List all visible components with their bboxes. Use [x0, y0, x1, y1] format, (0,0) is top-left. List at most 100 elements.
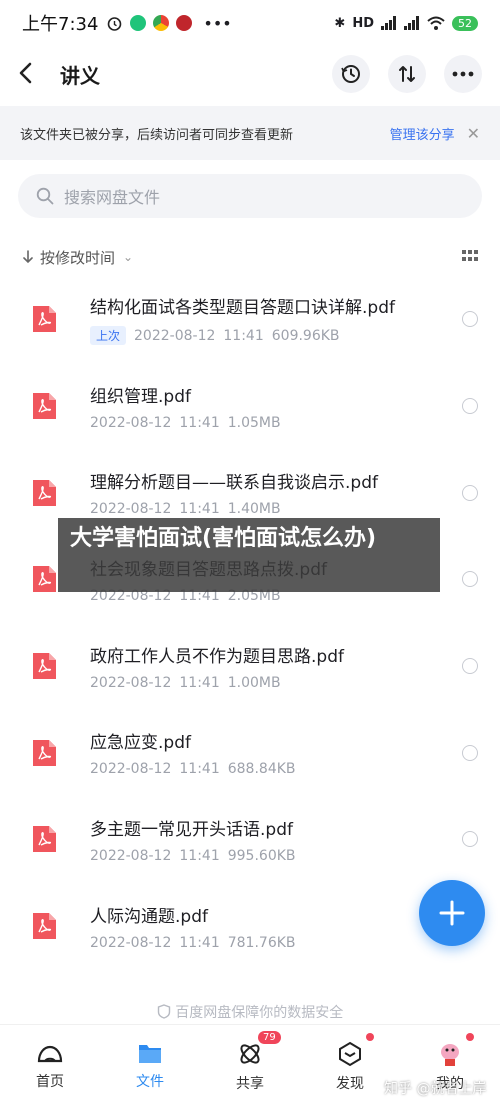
file-date: 2022-08-12 [90, 934, 172, 951]
pdf-icon [33, 306, 56, 333]
sort-row: 按修改时间 ⌄ [0, 240, 500, 274]
file-row[interactable]: 政府工作人员不作为题目思路.pdf 2022-08-12 11:41 1.00M… [0, 623, 500, 710]
file-name: 多主题一常见开头话语.pdf [90, 819, 293, 840]
file-date: 2022-08-12 [90, 847, 172, 864]
file-name: 应急应变.pdf [90, 733, 191, 754]
overlay-title: 大学害怕面试(害怕面试怎么办) [58, 518, 440, 592]
file-date: 2022-08-12 [90, 501, 172, 518]
file-row[interactable]: 多主题一常见开头话语.pdf 2022-08-12 11:41 995.60KB [0, 796, 500, 883]
close-icon[interactable]: ✕ [467, 124, 480, 143]
pdf-file-icon [30, 651, 58, 681]
file-row[interactable]: 组织管理.pdf 2022-08-12 11:41 1.05MB [0, 363, 500, 450]
signal-bars-icon [404, 16, 419, 30]
back-button[interactable] [18, 58, 46, 91]
file-time: 11:41 [179, 934, 220, 951]
status-bar: 上午7:34 ••• ✱ HD 52 [0, 0, 500, 46]
pdf-icon [33, 826, 56, 853]
search-placeholder: 搜索网盘文件 [64, 188, 161, 207]
notification-dot [466, 1033, 474, 1041]
file-name: 理解分析题目——联系自我谈启示.pdf [90, 473, 378, 494]
select-radio[interactable] [462, 658, 478, 675]
folder-icon [139, 1045, 161, 1063]
file-name: 人际沟通题.pdf [90, 906, 208, 927]
file-time: 11:41 [179, 847, 220, 864]
manage-share-link[interactable]: 管理该分享 [390, 124, 455, 143]
select-radio[interactable] [462, 484, 478, 501]
select-radio[interactable] [462, 311, 478, 328]
alarm-icon [108, 16, 122, 31]
share-banner-text: 该文件夹已被分享，后续访问者可同步查看更新 [20, 127, 294, 143]
select-radio[interactable] [462, 744, 478, 761]
file-meta: 2022-08-12 11:41 1.40MB [90, 501, 462, 517]
file-meta: 2022-08-12 11:41 781.76KB [90, 935, 462, 951]
sort-order-button[interactable] [388, 55, 426, 93]
file-size: 688.84KB [227, 761, 296, 778]
file-time: 11:41 [179, 501, 220, 518]
file-name: 结构化面试各类型题目答题口诀详解.pdf [90, 298, 395, 319]
file-size: 609.96KB [271, 327, 340, 344]
pdf-file-icon [30, 304, 58, 334]
add-button[interactable] [419, 880, 485, 946]
tab-label: 文件 [136, 1074, 164, 1090]
file-row[interactable]: 结构化面试各类型题目答题口诀详解.pdf 上次 2022-08-12 11:41… [0, 276, 500, 363]
file-meta: 2022-08-12 11:41 995.60KB [90, 848, 462, 864]
select-radio[interactable] [462, 571, 478, 588]
tab-discover[interactable]: 发现 [300, 1025, 400, 1111]
file-meta: 2022-08-12 11:41 688.84KB [90, 761, 462, 777]
signal-bars-icon [381, 16, 396, 30]
file-meta: 上次 2022-08-12 11:41 609.96KB [90, 326, 462, 346]
file-info: 应急应变.pdf 2022-08-12 11:41 688.84KB [90, 728, 462, 777]
tab-label: 发现 [336, 1076, 364, 1092]
file-size: 1.05MB [227, 414, 281, 431]
more-notifications-icon: ••• [203, 13, 232, 33]
chevron-left-icon [19, 62, 32, 83]
file-time: 11:41 [223, 327, 264, 344]
tab-label: 共享 [236, 1076, 264, 1092]
pdf-file-icon [30, 478, 58, 508]
chevron-down-icon: ⌄ [123, 250, 134, 264]
grid-view-toggle[interactable] [462, 248, 478, 266]
battery-icon: 52 [452, 15, 478, 31]
file-info: 组织管理.pdf 2022-08-12 11:41 1.05MB [90, 382, 462, 431]
app-notification-icon [176, 15, 193, 31]
pdf-icon [33, 566, 56, 593]
file-name: 政府工作人员不作为题目思路.pdf [90, 646, 344, 667]
file-time: 11:41 [179, 674, 220, 691]
pdf-icon [33, 653, 56, 680]
pdf-file-icon [30, 738, 58, 768]
sort-arrows-icon [399, 66, 415, 82]
bluetooth-icon: ✱ [334, 15, 346, 31]
file-time: 11:41 [179, 414, 220, 431]
sort-by-modified-button[interactable]: 按修改时间 [40, 247, 115, 268]
file-info: 政府工作人员不作为题目思路.pdf 2022-08-12 11:41 1.00M… [90, 642, 462, 691]
nav-actions [332, 55, 482, 93]
share-icon [240, 1044, 260, 1064]
pdf-file-icon [30, 391, 58, 421]
browser-notification-icon [153, 15, 170, 31]
page-title: 讲义 [60, 63, 100, 88]
file-meta: 2022-08-12 11:41 1.00MB [90, 675, 462, 691]
shield-icon [157, 1004, 170, 1019]
file-meta: 2022-08-12 11:41 1.05MB [90, 415, 462, 431]
share-banner: 该文件夹已被分享，后续访问者可同步查看更新 管理该分享 ✕ [0, 106, 500, 160]
file-date: 2022-08-12 [90, 674, 172, 691]
select-radio[interactable] [462, 398, 478, 415]
plus-icon [439, 900, 465, 926]
history-button[interactable] [332, 55, 370, 93]
tab-share[interactable]: 79 共享 [200, 1025, 300, 1111]
pdf-icon [33, 739, 56, 766]
file-info: 多主题一常见开头话语.pdf 2022-08-12 11:41 995.60KB [90, 815, 462, 864]
discover-icon [339, 1041, 361, 1067]
profile-avatar-icon [441, 1044, 459, 1066]
file-row[interactable]: 应急应变.pdf 2022-08-12 11:41 688.84KB [0, 709, 500, 796]
file-size: 781.76KB [227, 934, 296, 951]
wifi-icon [427, 16, 445, 30]
search-input[interactable]: 搜索网盘文件 [18, 174, 482, 218]
tab-home[interactable]: 首页 [0, 1025, 100, 1111]
watermark: 知乎 @就者上岸 [384, 1081, 487, 1097]
file-name: 组织管理.pdf [90, 386, 191, 407]
tab-files[interactable]: 文件 [100, 1025, 200, 1111]
more-options-button[interactable] [444, 55, 482, 93]
tab-profile[interactable]: 我的 [400, 1025, 500, 1111]
select-radio[interactable] [462, 831, 478, 848]
